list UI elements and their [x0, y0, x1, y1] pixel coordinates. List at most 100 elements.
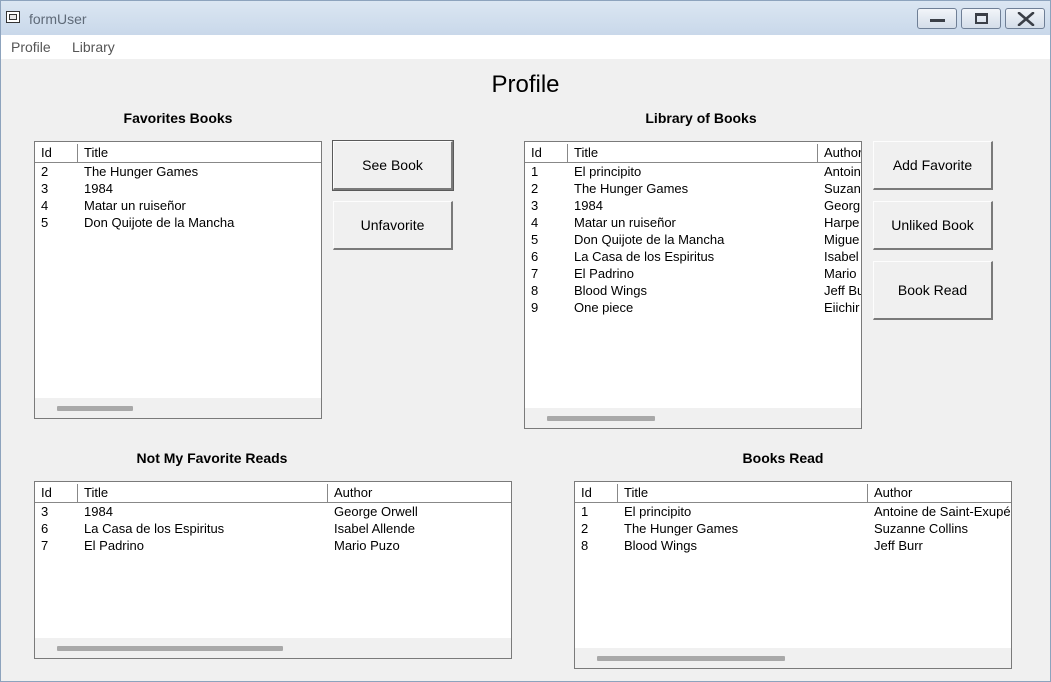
favorites-list[interactable]: Id Title 2 The Hunger Games 3 1984 4 Mat… [34, 141, 322, 419]
column-header-author[interactable]: Author [328, 484, 511, 502]
close-button[interactable] [1005, 8, 1045, 29]
cell-title: Blood Wings [574, 283, 647, 298]
cell-id: 1 [581, 504, 589, 519]
cell-author: Jeff Burr [874, 538, 923, 553]
horizontal-scrollbar[interactable] [35, 638, 511, 658]
column-header-author[interactable]: Author [868, 484, 1011, 502]
minimize-button[interactable] [917, 8, 957, 29]
cell-author: Harpe [824, 215, 860, 230]
unfavorite-button[interactable]: Unfavorite [333, 201, 453, 250]
book-read-button[interactable]: Book Read [873, 261, 993, 320]
cell-author: Eiichir [824, 300, 860, 315]
books-read-list[interactable]: Id Title Author 1 El principito Antoine … [574, 481, 1012, 669]
column-header-title[interactable]: Title [618, 484, 868, 502]
menu-profile[interactable]: Profile [11, 39, 51, 55]
form-user-window: formUser Profile Library Profile Favorit… [0, 0, 1051, 682]
table-row[interactable]: 6 La Casa de los Espiritus Isabel Allend… [35, 520, 511, 537]
cell-title: The Hunger Games [624, 521, 739, 536]
cell-title: La Casa de los Espiritus [84, 521, 225, 536]
title-bar[interactable]: formUser [1, 1, 1050, 35]
favorites-list-header: Id Title [35, 144, 321, 163]
cell-id: 5 [531, 232, 539, 247]
cell-author: Suzanne Collins [874, 521, 968, 536]
table-row[interactable]: 3 1984 George Orwell [35, 503, 511, 520]
table-row[interactable]: 2 The Hunger Games [35, 163, 321, 180]
cell-id: 4 [41, 198, 49, 213]
cell-id: 8 [581, 538, 589, 553]
library-list[interactable]: Id Title Author 1 El principito Antoin 2… [524, 141, 862, 429]
table-row[interactable]: 4 Matar un ruiseñor Harpe [525, 214, 861, 231]
books-read-title: Books Read [742, 450, 824, 466]
page-title: Profile [491, 71, 560, 98]
not-favorite-list[interactable]: Id Title Author 3 1984 George Orwell 6 L… [34, 481, 512, 659]
unliked-book-button[interactable]: Unliked Book [873, 201, 993, 250]
cell-title: El Padrino [84, 538, 144, 553]
horizontal-scrollbar[interactable] [575, 648, 1011, 668]
table-row[interactable]: 1 El principito Antoin [525, 163, 861, 180]
cell-id: 9 [531, 300, 539, 315]
maximize-button[interactable] [961, 8, 1001, 29]
column-header-id[interactable]: Id [575, 484, 618, 502]
cell-title: 1984 [84, 181, 113, 196]
not-favorite-title: Not My Favorite Reads [136, 450, 288, 466]
see-book-button[interactable]: See Book [332, 140, 454, 191]
cell-title: Don Quijote de la Mancha [574, 232, 725, 247]
column-header-id[interactable]: Id [35, 144, 78, 162]
library-list-header: Id Title Author [525, 144, 861, 163]
cell-title: One piece [574, 300, 634, 315]
table-row[interactable]: 5 Don Quijote de la Mancha [35, 214, 321, 231]
column-header-author[interactable]: Author [818, 144, 861, 162]
cell-id: 3 [41, 181, 49, 196]
cell-id: 6 [41, 521, 49, 536]
cell-author: Jeff Bu [824, 283, 862, 298]
cell-author: Isabel Allende [334, 521, 415, 536]
horizontal-scrollbar[interactable] [35, 398, 321, 418]
cell-title: The Hunger Games [84, 164, 199, 179]
scrollbar-thumb[interactable] [57, 406, 133, 411]
cell-title: 1984 [84, 504, 113, 519]
column-header-title[interactable]: Title [78, 144, 321, 162]
menu-library[interactable]: Library [72, 39, 115, 55]
column-header-id[interactable]: Id [35, 484, 78, 502]
cell-id: 6 [531, 249, 539, 264]
table-row[interactable]: 1 El principito Antoine de Saint-Exupé [575, 503, 1011, 520]
cell-id: 3 [41, 504, 49, 519]
table-row[interactable]: 2 The Hunger Games Suzanne Collins [575, 520, 1011, 537]
not-favorite-list-header: Id Title Author [35, 484, 511, 503]
table-row[interactable]: 2 The Hunger Games Suzan [525, 180, 861, 197]
cell-id: 1 [531, 164, 539, 179]
cell-id: 7 [41, 538, 49, 553]
cell-author: Mario Puzo [334, 538, 400, 553]
table-row[interactable]: 7 El Padrino Mario Puzo [35, 537, 511, 554]
table-row[interactable]: 8 Blood Wings Jeff Bu [525, 282, 861, 299]
table-row[interactable]: 3 1984 Georg [525, 197, 861, 214]
cell-id: 3 [531, 198, 539, 213]
column-header-id[interactable]: Id [525, 144, 568, 162]
table-row[interactable]: 7 El Padrino Mario [525, 265, 861, 282]
table-row[interactable]: 8 Blood Wings Jeff Burr [575, 537, 1011, 554]
cell-author: Antoine de Saint-Exupé [874, 504, 1011, 519]
cell-author: Isabel [824, 249, 859, 264]
scrollbar-thumb[interactable] [57, 646, 283, 651]
scrollbar-thumb[interactable] [547, 416, 655, 421]
table-row[interactable]: 9 One piece Eiichir [525, 299, 861, 316]
favorites-title: Favorites Books [123, 110, 233, 126]
cell-title: El principito [574, 164, 642, 179]
horizontal-scrollbar[interactable] [525, 408, 861, 428]
table-row[interactable]: 6 La Casa de los Espiritus Isabel [525, 248, 861, 265]
table-row[interactable]: 5 Don Quijote de la Mancha Migue [525, 231, 861, 248]
column-header-title[interactable]: Title [568, 144, 818, 162]
window-title: formUser [29, 11, 87, 27]
add-favorite-button[interactable]: Add Favorite [873, 141, 993, 190]
table-row[interactable]: 4 Matar un ruiseñor [35, 197, 321, 214]
cell-id: 2 [41, 164, 49, 179]
cell-author: Georg [824, 198, 861, 213]
cell-id: 5 [41, 215, 49, 230]
table-row[interactable]: 3 1984 [35, 180, 321, 197]
scrollbar-thumb[interactable] [597, 656, 785, 661]
cell-author: Migue [824, 232, 860, 247]
close-icon [1017, 12, 1035, 26]
cell-id: 8 [531, 283, 539, 298]
cell-author: Suzan [824, 181, 861, 196]
column-header-title[interactable]: Title [78, 484, 328, 502]
